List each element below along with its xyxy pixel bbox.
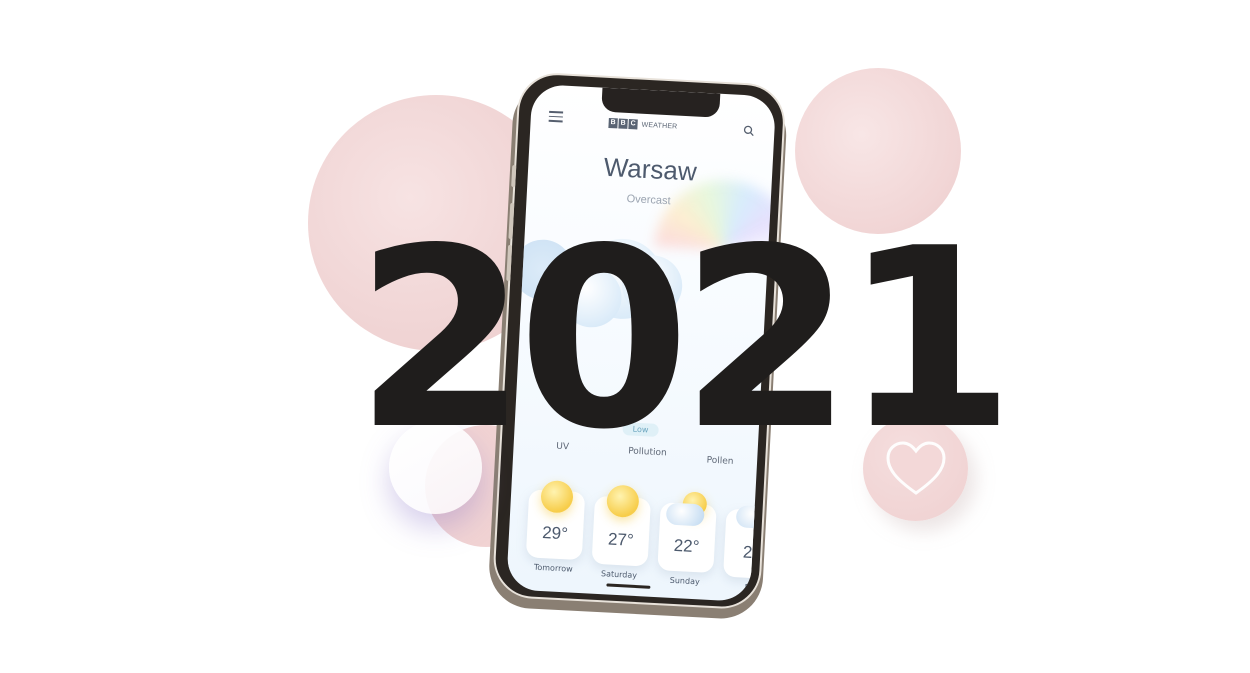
cloud-icon [735, 505, 775, 530]
forecast-card[interactable]: 22 [723, 505, 777, 580]
forecast-day: Sunday [669, 575, 700, 587]
sun-icon [606, 484, 640, 519]
location-name: Warsaw [603, 151, 698, 187]
forecast-card[interactable]: 29° [525, 479, 586, 561]
forecast-temp: 27° [607, 529, 635, 550]
year-headline: 2021 [355, 196, 1015, 484]
search-icon[interactable] [743, 125, 755, 137]
phone-notch [601, 87, 721, 118]
home-indicator [606, 583, 651, 589]
forecast-day: Mo [744, 582, 757, 593]
sun-icon [540, 479, 574, 514]
bbc-weather-logo: B B C WEATHER [608, 117, 678, 132]
forecast-temp: 22° [673, 535, 700, 557]
forecast-temp: 22 [742, 542, 763, 563]
forecast-card[interactable]: 22° [657, 491, 717, 574]
forecast-temp: 29° [541, 523, 569, 544]
forecast-card[interactable]: 27° [591, 484, 652, 567]
forecast-day: Saturday [600, 569, 638, 581]
forecast-day: Tomorrow [533, 562, 573, 574]
menu-icon[interactable] [548, 110, 564, 123]
